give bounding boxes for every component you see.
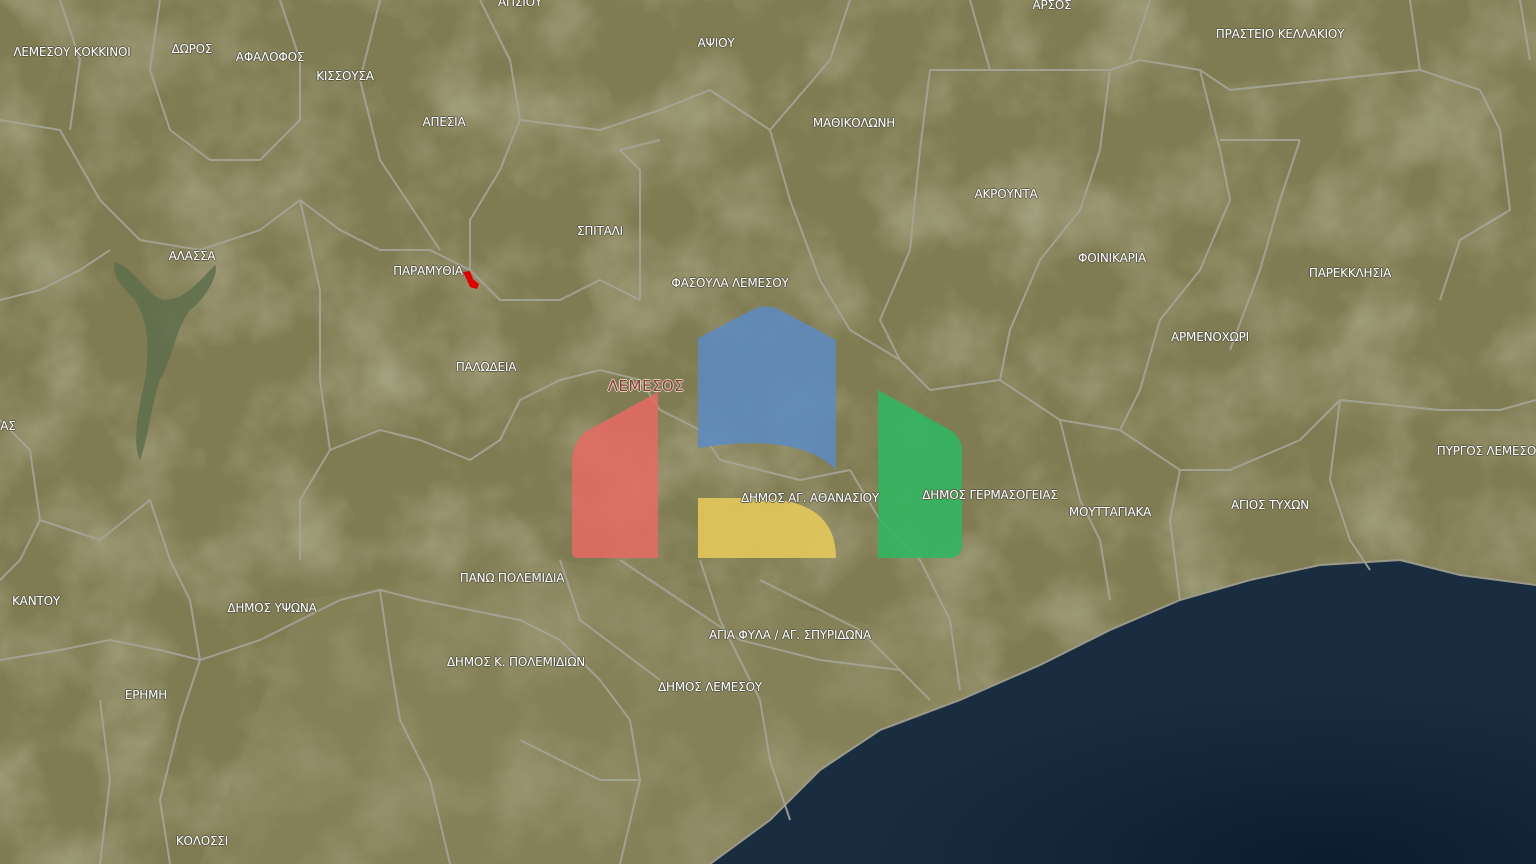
- place-label: ΑΣ: [0, 419, 16, 433]
- place-label: ΔΗΜΟΣ Κ. ΠΟΛΕΜΙΔΙΩΝ: [446, 655, 586, 669]
- place-label: ΜΑΘΙΚΟΛΩΝΗ: [812, 116, 896, 130]
- place-label: ΑΚΡΟΥΝΤΑ: [974, 187, 1038, 201]
- place-label: ΠΑΛΩΔΕΙΑ: [455, 360, 517, 374]
- place-label: ΠΑΡΑΜΥΘΙΑ: [393, 264, 463, 278]
- logo-red-shape: [572, 392, 658, 558]
- logo-green-shape: [878, 390, 962, 558]
- watermark-logo: [572, 306, 962, 558]
- place-label: ΚΑΝΤΟΥ: [12, 594, 60, 608]
- place-label: ΠΑΡΕΚΚΛΗΣΙΑ: [1308, 266, 1392, 280]
- place-label: ΕΡΗΜΗ: [124, 688, 168, 702]
- place-label: ΦΑΣΟΥΛΑ ΛΕΜΕΣΟΥ: [671, 276, 789, 290]
- place-label: ΔΗΜΟΣ ΥΨΩΝΑ: [227, 601, 317, 615]
- place-label: ΜΟΥΤΤΑΓΙΑΚΑ: [1068, 505, 1152, 519]
- place-label: ΑΨΙΟΥ: [697, 36, 735, 50]
- place-label: ΑΓΙΑ ΦΥΛΑ / ΑΓ. ΣΠΥΡΙΔΩΝΑ: [708, 628, 872, 642]
- place-label: ΔΗΜΟΣ ΛΕΜΕΣΟΥ: [658, 680, 762, 694]
- logo-blue-shape: [698, 306, 836, 470]
- place-label: ΑΠΣΙΟΥ: [498, 0, 542, 9]
- place-label: ΚΟΛΟΣΣΙ: [175, 834, 229, 848]
- place-label: ΑΡΣΟΣ: [1032, 0, 1072, 12]
- place-label: ΑΠΕΣΙΑ: [422, 115, 466, 129]
- place-label: ΔΗΜΟΣ ΓΕΡΜΑΣΟΓΕΙΑΣ: [922, 488, 1058, 502]
- place-label: ΑΦΑΛΟΦΟΣ: [235, 50, 305, 64]
- place-label: ΑΓΙΟΣ ΤΥΧΩΝ: [1230, 498, 1310, 512]
- place-label: ΠΡΑΣΤΕΙΟ ΚΕΛΛΑΚΙΟΥ: [1215, 27, 1345, 41]
- place-label: ΚΙΣΣΟΥΣΑ: [316, 69, 374, 83]
- place-label: ΠΥΡΓΟΣ ΛΕΜΕΣΟΥ: [1436, 444, 1536, 458]
- place-label: ΦΟΙΝΙΚΑΡΙΑ: [1077, 251, 1147, 265]
- logo-yellow-shape: [698, 498, 836, 558]
- place-label: ΛΕΜΕΣΟΥ ΚΟΚΚΙΝΟΙ: [13, 45, 131, 59]
- place-label: ΔΗΜΟΣ ΑΓ. ΑΘΑΝΑΣΙΟΥ: [740, 491, 880, 505]
- place-label: ΑΛΑΣΣΑ: [168, 249, 216, 263]
- place-label: ΑΡΜΕΝΟΧΩΡΙ: [1171, 330, 1249, 344]
- place-label: ΣΠΙΤΑΛΙ: [576, 224, 624, 238]
- place-label: ΠΑΝΩ ΠΟΛΕΜΙΔΙΑ: [459, 571, 565, 585]
- place-label: ΔΩΡΟΣ: [171, 42, 213, 56]
- map-view[interactable]: ΛΕΜΕΣΟΥ ΚΟΚΚΙΝΟΙ ΔΩΡΟΣ ΑΦΑΛΟΦΟΣ ΑΠΣΙΟΥ Κ…: [0, 0, 1536, 864]
- city-label: ΛΕΜΕΣΟΣ: [607, 377, 685, 395]
